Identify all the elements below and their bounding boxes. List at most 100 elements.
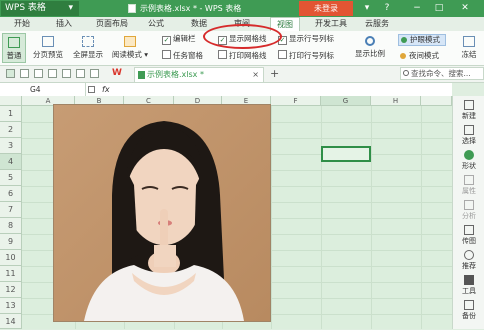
close-icon[interactable]: ✕ <box>458 0 472 17</box>
select-all-corner[interactable] <box>0 96 22 106</box>
column-header[interactable]: G <box>321 96 371 106</box>
print-headers-checkbox[interactable]: 打印行号列标 <box>278 50 334 61</box>
save-icon[interactable] <box>34 69 43 78</box>
task-pane-checkbox[interactable]: 任务窗格 <box>162 50 203 61</box>
row-header[interactable]: 13 <box>0 298 22 314</box>
sidebar-label: 分析 <box>462 212 476 220</box>
help-icon[interactable]: ? <box>380 0 394 17</box>
row-header[interactable]: 9 <box>0 234 22 250</box>
backup-icon <box>464 300 474 310</box>
eye-protection-button[interactable]: 护眼模式 <box>398 34 446 46</box>
document-tab[interactable]: 示例表格.xlsx * × <box>134 67 264 82</box>
gridline <box>371 106 372 329</box>
minimize-icon[interactable]: − <box>410 0 424 17</box>
print-icon[interactable] <box>48 69 57 78</box>
redo-icon[interactable] <box>90 69 99 78</box>
row-header[interactable]: 12 <box>0 282 22 298</box>
zoom-button[interactable]: 显示比例 <box>350 33 390 59</box>
function-icon[interactable]: fx <box>102 83 110 96</box>
selected-cell[interactable] <box>321 146 371 162</box>
formula-bar: G4 fx <box>0 83 452 97</box>
zoom-formula-icon[interactable] <box>88 86 95 93</box>
undo-icon[interactable] <box>76 69 85 78</box>
spreadsheet-file-icon <box>138 71 145 79</box>
column-header[interactable]: H <box>371 96 421 106</box>
show-headers-checkbox[interactable]: ✓ 显示行号列标 <box>278 34 334 45</box>
properties-icon <box>464 175 474 185</box>
row-header[interactable]: 4 <box>0 154 22 170</box>
row-header[interactable]: 1 <box>0 106 22 122</box>
row-header[interactable]: 3 <box>0 138 22 154</box>
freeze-label: 冻结 <box>461 50 477 59</box>
row-header[interactable]: 11 <box>0 266 22 282</box>
page-break-icon <box>42 36 54 47</box>
print-gridlines-checkbox[interactable]: 打印网格线 <box>218 50 267 61</box>
sidebar-item-send-image[interactable]: 传图 <box>453 225 484 246</box>
row-header[interactable]: 5 <box>0 170 22 186</box>
moon-icon <box>400 53 406 59</box>
column-header[interactable] <box>421 96 452 106</box>
cursor-icon <box>464 125 474 135</box>
sidebar-item-backup[interactable]: 备份 <box>453 300 484 321</box>
wps-logo-icon: W <box>112 68 122 78</box>
name-box[interactable]: G4 <box>0 83 86 96</box>
formula-bar-checkbox[interactable]: ✓ 编辑栏 <box>162 34 196 45</box>
quick-access-tab-bar: W 示例表格.xlsx * × + 查找命令、搜索... <box>0 66 484 83</box>
row-header[interactable]: 2 <box>0 122 22 138</box>
skin-dropdown-icon[interactable]: ▾ <box>360 0 374 17</box>
checkbox-empty-icon <box>218 50 227 59</box>
open-folder-icon[interactable] <box>20 69 29 78</box>
sidebar-item-analysis[interactable]: 分析 <box>453 200 484 221</box>
formula-bar-label: 编辑栏 <box>173 34 196 43</box>
reading-mode-button[interactable]: 阅读模式 ▾ <box>108 33 152 60</box>
menu-page-layout[interactable]: 页面布局 <box>96 17 128 31</box>
row-header[interactable]: 14 <box>0 314 22 329</box>
new-tab-icon[interactable]: + <box>270 67 279 80</box>
new-icon <box>464 100 474 110</box>
fullscreen-button[interactable]: 全屏显示 <box>70 33 106 60</box>
menu-cloud[interactable]: 云服务 <box>365 17 389 31</box>
page-break-label: 分页预览 <box>33 50 63 59</box>
row-header[interactable]: 7 <box>0 202 22 218</box>
row-header[interactable]: 8 <box>0 218 22 234</box>
row-header[interactable]: 10 <box>0 250 22 266</box>
menu-insert[interactable]: 插入 <box>56 17 72 31</box>
column-header[interactable]: F <box>271 96 321 106</box>
sidebar-label: 传图 <box>462 237 476 245</box>
freeze-panes-button[interactable]: 冻结 <box>456 33 482 60</box>
menu-developer[interactable]: 开发工具 <box>315 17 347 31</box>
login-button[interactable]: 未登录 <box>299 1 353 16</box>
menu-start[interactable]: 开始 <box>14 17 30 31</box>
maximize-icon[interactable]: □ <box>432 0 446 17</box>
title-bar: WPS 表格 ▾ 示例表格.xlsx * - WPS 表格 未登录 ▾ ? − … <box>0 0 484 17</box>
document-tab-label: 示例表格.xlsx * <box>147 70 204 79</box>
reading-mode-label: 阅读模式 ▾ <box>111 50 149 59</box>
sidebar-item-tools[interactable]: 工具 <box>453 275 484 296</box>
grid-icon[interactable] <box>6 69 15 78</box>
page-break-preview-button[interactable]: 分页预览 <box>30 33 66 60</box>
sidebar-label: 选择 <box>462 137 476 145</box>
search-icon <box>403 70 409 76</box>
chevron-down-icon: ▾ <box>68 3 73 13</box>
sidebar-item-select[interactable]: 选择 <box>453 125 484 146</box>
menu-data[interactable]: 数据 <box>191 17 207 31</box>
command-search-box[interactable]: 查找命令、搜索... <box>400 67 484 80</box>
sidebar-item-new[interactable]: 新建 <box>453 100 484 121</box>
inserted-photo[interactable] <box>53 104 271 322</box>
tab-close-icon[interactable]: × <box>252 68 259 82</box>
sidebar-item-recommend[interactable]: 推荐 <box>453 250 484 271</box>
sidebar-label: 备份 <box>462 312 476 320</box>
menu-formula[interactable]: 公式 <box>148 17 164 31</box>
wps-app-menu-button[interactable]: WPS 表格 ▾ <box>1 1 79 16</box>
print-preview-icon[interactable] <box>62 69 71 78</box>
sidebar-item-properties[interactable]: 属性 <box>453 175 484 196</box>
night-mode-button[interactable]: 夜间模式 <box>398 50 446 62</box>
sidebar-item-shapes[interactable]: 形状 <box>453 150 484 171</box>
document-icon <box>128 4 136 13</box>
normal-view-button[interactable]: 普通 <box>2 33 26 63</box>
row-header[interactable]: 6 <box>0 186 22 202</box>
toolbox-icon <box>464 275 474 285</box>
search-placeholder: 查找命令、搜索... <box>411 69 471 78</box>
analysis-icon <box>464 200 474 210</box>
normal-view-label: 普通 <box>6 51 22 60</box>
